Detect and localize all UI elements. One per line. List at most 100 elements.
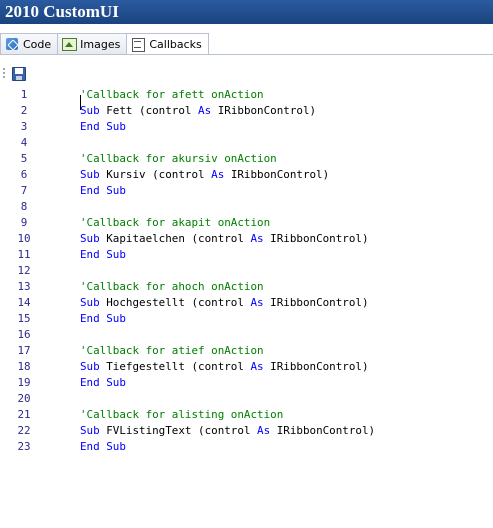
keyword-token: End Sub bbox=[80, 120, 126, 133]
text-token: IRibbonControl) bbox=[263, 232, 369, 245]
callbacks-icon bbox=[131, 37, 146, 52]
keyword-token: End Sub bbox=[80, 440, 126, 453]
comment-token: 'Callback for akursiv onAction bbox=[80, 152, 277, 165]
line-number: 15 bbox=[17, 312, 31, 325]
line-number: 10 bbox=[17, 232, 31, 245]
keyword-token: End Sub bbox=[80, 312, 126, 325]
tab-code-label: Code bbox=[23, 37, 52, 51]
code-line[interactable]: 20 bbox=[0, 391, 493, 407]
tab-code[interactable]: Code bbox=[0, 33, 59, 55]
code-text: End Sub bbox=[80, 119, 126, 135]
code-text: 'Callback for atief onAction bbox=[80, 343, 264, 359]
line-number: 17 bbox=[17, 344, 31, 357]
code-text: End Sub bbox=[80, 183, 126, 199]
tab-images-label: Images bbox=[80, 37, 121, 51]
line-number: 3 bbox=[20, 120, 28, 133]
tab-bar: Code Images Callbacks bbox=[0, 24, 493, 64]
text-token: IRibbonControl) bbox=[263, 296, 369, 309]
keyword-token: As bbox=[257, 424, 271, 437]
code-text: 'Callback for ahoch onAction bbox=[80, 279, 264, 295]
code-line[interactable]: 19 End Sub bbox=[0, 375, 493, 391]
code-text: 'Callback for alisting onAction bbox=[80, 407, 283, 423]
code-line[interactable]: 10 Sub Kapitaelchen (control As IRibbonCo… bbox=[0, 231, 493, 247]
text-token: Fett (control bbox=[99, 104, 199, 117]
code-icon bbox=[5, 37, 19, 51]
toolbar bbox=[0, 64, 493, 84]
code-line[interactable]: 5 'Callback for akursiv onAction bbox=[0, 151, 493, 167]
keyword-token: As bbox=[211, 168, 225, 181]
comment-token: 'Callback for atief onAction bbox=[80, 344, 264, 357]
save-button[interactable] bbox=[11, 66, 27, 82]
line-number: 1 bbox=[20, 88, 28, 101]
code-line[interactable]: 13 'Callback for ahoch onAction bbox=[0, 279, 493, 295]
keyword-token: Sub bbox=[80, 232, 100, 245]
code-text: 'Callback for afett onAction bbox=[80, 87, 264, 103]
toolbar-grip-handle[interactable] bbox=[3, 68, 5, 80]
text-token: FVListingText (control bbox=[99, 424, 258, 437]
code-text: End Sub bbox=[80, 375, 126, 391]
line-number: 14 bbox=[17, 296, 31, 309]
line-number: 20 bbox=[17, 392, 31, 405]
line-number: 11 bbox=[17, 248, 31, 261]
code-text: Sub Hochgestellt (control As IRibbonCont… bbox=[80, 295, 369, 311]
keyword-token: Sub bbox=[80, 168, 100, 181]
text-token: Kapitaelchen (control bbox=[99, 232, 251, 245]
keyword-token: Sub bbox=[80, 424, 100, 437]
code-line[interactable]: 11 End Sub bbox=[0, 247, 493, 263]
text-token: IRibbonControl) bbox=[224, 168, 330, 181]
line-number: 13 bbox=[17, 280, 31, 293]
code-text: Sub Kapitaelchen (control As IRibbonCont… bbox=[80, 231, 369, 247]
text-token: Kursiv (control bbox=[99, 168, 212, 181]
code-line[interactable]: 2 Sub Fett (control As IRibbonControl) bbox=[0, 103, 493, 119]
code-line[interactable]: 23 End Sub bbox=[0, 439, 493, 455]
line-number: 8 bbox=[20, 200, 28, 213]
line-number: 23 bbox=[17, 440, 31, 453]
code-line[interactable]: 22 Sub FVListingText (control As IRibbonC… bbox=[0, 423, 493, 439]
comment-token: 'Callback for ahoch onAction bbox=[80, 280, 264, 293]
text-token: Hochgestellt (control bbox=[99, 296, 251, 309]
keyword-token: Sub bbox=[80, 360, 100, 373]
line-number: 12 bbox=[17, 264, 31, 277]
code-line[interactable]: 12 bbox=[0, 263, 493, 279]
keyword-token: End Sub bbox=[80, 184, 126, 197]
line-number: 9 bbox=[20, 216, 28, 229]
text-token: IRibbonControl) bbox=[211, 104, 317, 117]
code-line[interactable]: 3 End Sub bbox=[0, 119, 493, 135]
keyword-token: End Sub bbox=[80, 248, 126, 261]
line-number: 19 bbox=[17, 376, 31, 389]
text-token: IRibbonControl) bbox=[270, 424, 376, 437]
code-line[interactable]: 16 bbox=[0, 327, 493, 343]
code-line[interactable]: 1 'Callback for afett onAction bbox=[0, 87, 493, 103]
code-text: End Sub bbox=[80, 247, 126, 263]
line-number: 16 bbox=[17, 328, 31, 341]
keyword-token: As bbox=[250, 296, 264, 309]
code-line[interactable]: 14 Sub Hochgestellt (control As IRibbonCo… bbox=[0, 295, 493, 311]
code-line[interactable]: 7 End Sub bbox=[0, 183, 493, 199]
tab-images[interactable]: Images bbox=[57, 33, 128, 55]
images-icon bbox=[62, 37, 78, 51]
code-line[interactable]: 15 End Sub bbox=[0, 311, 493, 327]
tab-callbacks[interactable]: Callbacks bbox=[126, 33, 209, 55]
keyword-token: End Sub bbox=[80, 376, 126, 389]
line-number: 7 bbox=[20, 184, 28, 197]
code-line[interactable]: 8 bbox=[0, 199, 493, 215]
comment-token: 'Callback for akapit onAction bbox=[80, 216, 271, 229]
line-number: 2 bbox=[20, 104, 28, 117]
code-text: End Sub bbox=[80, 311, 126, 327]
tab-divider bbox=[0, 54, 493, 55]
line-number: 4 bbox=[20, 136, 28, 149]
code-line[interactable]: 4 bbox=[0, 135, 493, 151]
comment-token: 'Callback for afett onAction bbox=[80, 88, 264, 101]
code-text: 'Callback for akapit onAction bbox=[80, 215, 270, 231]
keyword-token: As bbox=[250, 360, 264, 373]
code-line[interactable]: 6 Sub Kursiv (control As IRibbonControl) bbox=[0, 167, 493, 183]
code-line[interactable]: 18 Sub Tiefgestellt (control As IRibbonCo… bbox=[0, 359, 493, 375]
keyword-token: Sub bbox=[80, 296, 100, 309]
code-text: End Sub bbox=[80, 439, 126, 455]
code-line[interactable]: 9 'Callback for akapit onAction bbox=[0, 215, 493, 231]
code-line[interactable]: 17 'Callback for atief onAction bbox=[0, 343, 493, 359]
code-editor[interactable]: 1 'Callback for afett onAction 2 Sub Fett (… bbox=[0, 87, 493, 528]
code-text: Sub Tiefgestellt (control As IRibbonCont… bbox=[80, 359, 369, 375]
code-line[interactable]: 21 'Callback for alisting onAction bbox=[0, 407, 493, 423]
keyword-token: As bbox=[198, 104, 212, 117]
